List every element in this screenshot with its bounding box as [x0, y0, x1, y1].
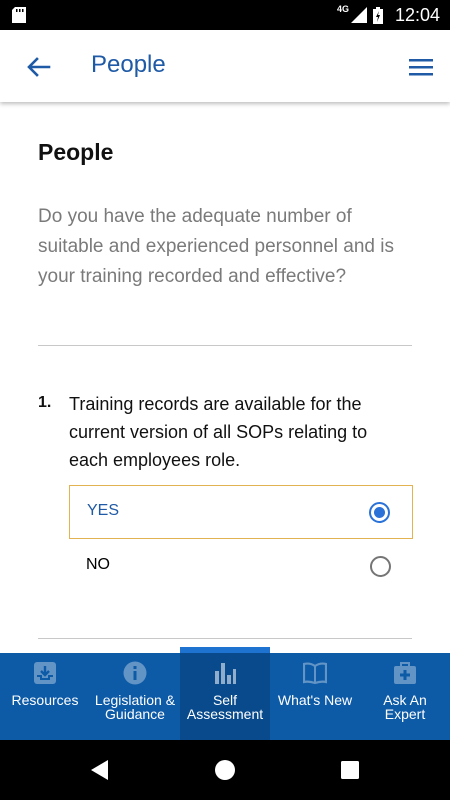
- system-navigation-bar: [0, 740, 450, 800]
- answer-option-label: YES: [87, 502, 120, 519]
- section-description: Do you have the adequate number of suita…: [38, 206, 394, 287]
- answer-option-no[interactable]: NO: [69, 540, 413, 594]
- radio-unselected-icon[interactable]: [370, 556, 391, 577]
- app-bar: People: [0, 30, 450, 102]
- page-title: People: [91, 51, 166, 78]
- bottom-navigation: Resources Legislation & Guidance Self As…: [0, 647, 450, 740]
- question-number: 1.: [38, 394, 52, 411]
- arrow-left-icon[interactable]: [22, 50, 56, 84]
- home-circle-icon[interactable]: [214, 759, 236, 781]
- nav-label: Legislation & Guidance: [94, 692, 176, 722]
- open-book-icon: [303, 662, 327, 685]
- inbox-download-icon: [34, 662, 56, 684]
- info-icon: [123, 661, 147, 685]
- nav-label: Ask An Expert: [383, 692, 427, 722]
- answer-option-yes[interactable]: YES: [69, 485, 413, 539]
- nav-label: What's New: [277, 692, 353, 708]
- bar-chart-icon: [215, 663, 236, 684]
- hamburger-menu-icon[interactable]: [404, 50, 438, 84]
- question-text: Training records are available for the c…: [69, 394, 368, 470]
- sd-card-icon: [12, 7, 26, 23]
- signal-icon: [350, 7, 367, 23]
- battery-icon: [372, 6, 383, 24]
- nav-item-whats-new[interactable]: What's New: [270, 653, 360, 740]
- nav-item-resources[interactable]: Resources: [0, 653, 90, 740]
- answer-option-label: NO: [86, 556, 110, 573]
- back-triangle-icon[interactable]: [90, 759, 110, 781]
- nav-label: Self Assessment: [186, 692, 264, 722]
- radio-selected-icon[interactable]: [369, 502, 390, 523]
- nav-item-self-assessment[interactable]: Self Assessment: [180, 647, 270, 740]
- nav-item-ask-an-expert[interactable]: Ask An Expert: [360, 653, 450, 740]
- recents-square-icon[interactable]: [340, 760, 360, 780]
- nav-item-legislation-guidance[interactable]: Legislation & Guidance: [90, 653, 180, 740]
- status-bar: 4G 12:04: [0, 0, 450, 30]
- divider: [38, 638, 412, 639]
- clock: 12:04: [394, 4, 440, 25]
- first-aid-kit-icon: [394, 662, 416, 684]
- main-content[interactable]: People Do you have the adequate number o…: [0, 102, 450, 653]
- nav-label: Resources: [11, 692, 79, 708]
- divider: [38, 345, 412, 346]
- section-title: People: [38, 139, 114, 165]
- network-type: 4G: [336, 4, 349, 14]
